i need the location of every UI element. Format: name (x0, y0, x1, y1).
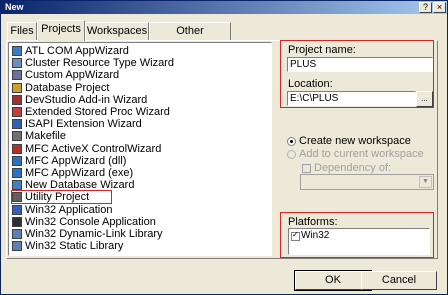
list-item-label: Utility Project (25, 191, 90, 204)
dependency-checkbox[interactable] (302, 164, 311, 173)
help-button[interactable]: ? (419, 2, 432, 13)
list-item-label: MFC ActiveX ControlWizard (25, 142, 162, 155)
list-item-label: Extended Stored Proc Wizard (25, 106, 170, 118)
platforms-list[interactable]: ✓ Win32 (288, 228, 430, 255)
help-icon: ? (422, 2, 428, 12)
tab-projects[interactable]: Projects (37, 20, 85, 41)
isapi-icon (12, 119, 22, 130)
atl-icon (12, 46, 22, 56)
list-item-label: New Database Wizard (25, 179, 135, 192)
makefile-icon (12, 131, 22, 142)
list-item-label: Win32 Dynamic-Link Library (25, 228, 163, 240)
win32-platform-label: Win32 (301, 230, 330, 241)
new-db-icon (12, 180, 22, 191)
checkmark-icon: ✓ (292, 230, 299, 239)
dependency-select[interactable]: ▼ (300, 174, 434, 190)
platforms-label: Platforms: (288, 216, 338, 228)
close-button[interactable]: × (433, 2, 446, 13)
custom-wizard-icon (12, 70, 22, 81)
cluster-icon (12, 58, 22, 69)
add-workspace-label[interactable]: Add to current workspace (299, 148, 424, 160)
tab-files[interactable]: Files (7, 22, 37, 40)
stored-proc-icon (12, 107, 22, 117)
list-item-label: MFC AppWizard (exe) (25, 167, 134, 179)
win32-dll-icon (12, 229, 22, 239)
create-workspace-radio[interactable] (287, 137, 296, 146)
location-label: Location: (288, 78, 333, 90)
list-item-label: DevStudio Add-in Wizard (25, 93, 148, 106)
mfc-dll-icon (12, 155, 22, 166)
win32-lib-icon (12, 241, 22, 252)
title-bar[interactable]: New ? × (1, 1, 447, 14)
chevron-down-icon: ▼ (419, 176, 432, 188)
win32-app-icon (12, 204, 22, 215)
close-icon: × (436, 2, 443, 12)
list-item-label: Makefile (25, 130, 66, 143)
activex-icon (12, 143, 22, 154)
project-name-label: Project name: (288, 44, 356, 56)
utility-icon (12, 192, 22, 203)
project-name-input[interactable]: PLUS (287, 57, 433, 72)
ok-button[interactable]: OK (294, 270, 372, 291)
browse-button[interactable]: ... (416, 91, 433, 107)
list-item-label: Database Project (25, 81, 110, 94)
list-item-label: ATL COM AppWizard (25, 45, 129, 57)
list-item-label: Custom AppWizard (25, 69, 120, 82)
create-workspace-label[interactable]: Create new workspace (299, 135, 411, 147)
dependency-label[interactable]: Dependency of: (314, 162, 391, 174)
database-icon (12, 82, 22, 93)
location-input[interactable]: E:\C\PLUS (287, 91, 416, 106)
project-type-list[interactable]: ATL COM AppWizard Cluster Resource Type W… (8, 42, 272, 256)
tab-workspaces[interactable]: Workspaces (85, 22, 149, 40)
list-item-label: MFC AppWizard (dll) (25, 154, 127, 167)
addin-icon (12, 94, 22, 105)
win32-platform-checkbox[interactable]: ✓ (291, 230, 300, 241)
list-item-label: Win32 Console Application (25, 215, 156, 228)
tab-other-documents[interactable]: Other Documents (149, 22, 231, 53)
add-workspace-radio[interactable] (287, 150, 296, 159)
window-title: New (5, 2, 24, 12)
list-item-label: ISAPI Extension Wizard (25, 118, 142, 131)
win32-console-icon (12, 216, 22, 227)
mfc-exe-icon (12, 168, 22, 178)
radio-selected-dot (290, 140, 293, 143)
cancel-button[interactable]: Cancel (361, 271, 437, 290)
list-item-label: Win32 Application (25, 203, 113, 216)
list-item-label: Win32 Static Library (25, 240, 124, 253)
list-item-label: Cluster Resource Type Wizard (25, 57, 174, 70)
